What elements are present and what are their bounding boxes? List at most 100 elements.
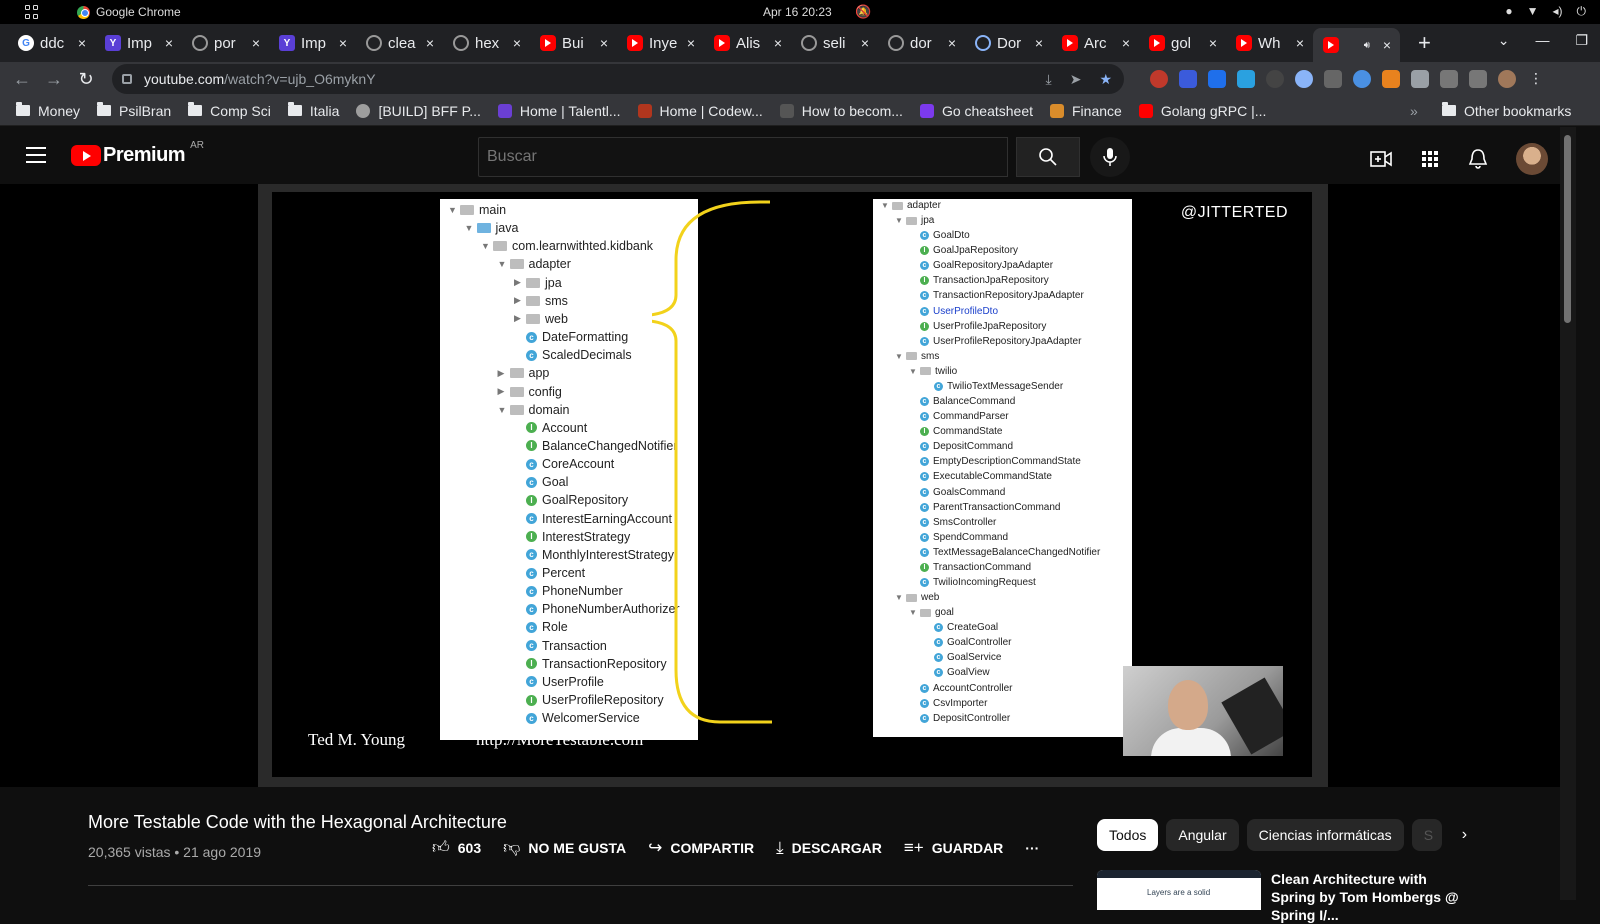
scrollbar-thumb[interactable] bbox=[1564, 135, 1571, 323]
close-tab-icon[interactable]: × bbox=[597, 35, 611, 51]
tab-7[interactable]: Inye × bbox=[617, 28, 704, 58]
back-icon[interactable]: ← bbox=[6, 69, 38, 90]
bookmark-6[interactable]: Home | Codew... bbox=[637, 103, 763, 119]
close-tab-icon[interactable]: × bbox=[423, 35, 437, 51]
close-tab-icon[interactable]: × bbox=[162, 35, 176, 51]
create-video-icon[interactable] bbox=[1370, 150, 1392, 168]
video-player[interactable]: ▼ main ▼ java ▼ com.learnwithted.kidbank ▼ adap… bbox=[0, 184, 1560, 787]
bookmark-9[interactable]: Finance bbox=[1050, 103, 1122, 119]
close-tab-icon[interactable]: × bbox=[249, 35, 263, 51]
tab-12[interactable]: Arc × bbox=[1052, 28, 1139, 58]
tab-3[interactable]: Y Imp × bbox=[269, 28, 356, 58]
tab-10[interactable]: dor × bbox=[878, 28, 965, 58]
sidebar-icon[interactable] bbox=[1469, 70, 1487, 88]
tab-4[interactable]: clea × bbox=[356, 28, 443, 58]
profile-avatar[interactable] bbox=[1498, 70, 1516, 88]
close-tab-icon[interactable]: × bbox=[1032, 35, 1046, 51]
wifi-icon[interactable]: ▼ bbox=[1527, 4, 1539, 19]
youtube-logo[interactable]: Premium AR bbox=[71, 140, 204, 167]
power-icon[interactable]: ⏻ bbox=[1577, 4, 1587, 19]
tab-14[interactable]: Wh × bbox=[1226, 28, 1313, 58]
close-tab-icon[interactable]: × bbox=[1206, 35, 1220, 51]
install-icon[interactable]: ⤓ bbox=[1046, 71, 1052, 88]
url-text[interactable]: youtube.com/watch?v=ujb_O6myknY bbox=[144, 71, 376, 87]
chip-1[interactable]: Angular bbox=[1166, 819, 1239, 851]
reload-icon[interactable]: ↻ bbox=[70, 69, 102, 90]
notifications-icon[interactable] bbox=[1468, 148, 1488, 170]
tab-6[interactable]: Bui × bbox=[530, 28, 617, 58]
search-button[interactable] bbox=[1016, 137, 1080, 177]
close-tab-icon[interactable]: × bbox=[684, 35, 698, 51]
minimize-icon[interactable]: — bbox=[1535, 32, 1549, 49]
tab-8[interactable]: Alis × bbox=[704, 28, 791, 58]
tab-13[interactable]: gol × bbox=[1139, 28, 1226, 58]
maximize-icon[interactable]: ❐ bbox=[1575, 32, 1588, 49]
like-button[interactable]: 👍︎ 603 bbox=[432, 837, 481, 858]
tab-11[interactable]: Dor × bbox=[965, 28, 1052, 58]
active-app[interactable]: Google Chrome bbox=[77, 5, 181, 19]
menu-dots-icon[interactable]: ⋮ bbox=[1527, 70, 1545, 88]
download-button[interactable]: ⤓ DESCARGAR bbox=[776, 838, 882, 858]
save-button[interactable]: ≡+ GUARDAR bbox=[904, 838, 1003, 858]
page-scrollbar[interactable] bbox=[1560, 127, 1576, 900]
recommended-thumbnail[interactable]: Layers are a solid bbox=[1097, 870, 1261, 910]
close-tab-icon[interactable]: × bbox=[1380, 37, 1394, 53]
bookmarks-overflow-icon[interactable]: » bbox=[1410, 103, 1418, 119]
menu-icon[interactable] bbox=[26, 147, 46, 168]
bookmark-10[interactable]: Golang gRPC |... bbox=[1138, 103, 1266, 119]
chip-2[interactable]: Ciencias informáticas bbox=[1246, 819, 1404, 851]
tab-0[interactable]: Gddc × bbox=[8, 28, 95, 58]
recommended-title[interactable]: Clean Architecture with Spring by Tom Ho… bbox=[1271, 870, 1461, 924]
chevron-right-icon[interactable]: › bbox=[1462, 826, 1467, 844]
tab-1[interactable]: Y Imp × bbox=[95, 28, 182, 58]
close-tab-icon[interactable]: × bbox=[771, 35, 785, 51]
recommended-video[interactable]: Layers are a solid Clean Architecture wi… bbox=[1097, 870, 1461, 924]
dislike-button[interactable]: 👎︎ NO ME GUSTA bbox=[503, 837, 626, 858]
system-tray[interactable]: ● ▼ ◂) ⏻ bbox=[1505, 4, 1586, 19]
metamask-icon[interactable] bbox=[1382, 70, 1400, 88]
reading-list-icon[interactable] bbox=[1440, 70, 1458, 88]
apps-icon[interactable] bbox=[1420, 149, 1440, 169]
send-icon[interactable]: ➤ bbox=[1070, 71, 1082, 88]
close-tab-icon[interactable]: × bbox=[336, 35, 350, 51]
cat-icon[interactable] bbox=[1266, 70, 1284, 88]
lock-icon[interactable] bbox=[122, 74, 132, 84]
volume-icon[interactable]: ◂) bbox=[1552, 4, 1562, 19]
bookmark-4[interactable]: [BUILD] BFF P... bbox=[356, 103, 481, 119]
bookmark-5[interactable]: Home | Talentl... bbox=[497, 103, 621, 119]
new-tab-icon[interactable]: + bbox=[1418, 30, 1431, 56]
chip-3[interactable]: S bbox=[1411, 819, 1442, 851]
app-grid-icon[interactable] bbox=[25, 5, 39, 19]
voice-search-button[interactable] bbox=[1090, 137, 1130, 177]
bookmark-7[interactable]: How to becom... bbox=[779, 103, 903, 119]
compass-icon[interactable] bbox=[1353, 70, 1371, 88]
close-tab-icon[interactable]: × bbox=[1119, 35, 1133, 51]
circle-icon[interactable] bbox=[1295, 70, 1313, 88]
address-bar[interactable]: youtube.com/watch?v=ujb_O6myknY ⤓ ➤ ★ bbox=[112, 64, 1124, 94]
tab-9[interactable]: seli × bbox=[791, 28, 878, 58]
bookmark-star-icon[interactable]: ★ bbox=[1099, 71, 1112, 88]
close-tab-icon[interactable]: × bbox=[858, 35, 872, 51]
audio-playing-icon[interactable]: 🔊︎ bbox=[1364, 40, 1370, 51]
close-tab-icon[interactable]: × bbox=[510, 35, 524, 51]
puzzle-icon[interactable] bbox=[1411, 70, 1429, 88]
record-icon[interactable]: ● bbox=[1505, 4, 1512, 19]
tab-5[interactable]: hex × bbox=[443, 28, 530, 58]
bitwarden-icon[interactable] bbox=[1179, 70, 1197, 88]
share-button[interactable]: ↪ COMPARTIR bbox=[648, 838, 754, 858]
grid-icon[interactable] bbox=[1324, 70, 1342, 88]
clock[interactable]: Apr 16 20:23 bbox=[763, 5, 832, 19]
close-tab-icon[interactable]: × bbox=[1293, 35, 1307, 51]
video-frame[interactable]: ▼ main ▼ java ▼ com.learnwithted.kidbank ▼ adap… bbox=[258, 184, 1328, 787]
close-tab-icon[interactable]: × bbox=[945, 35, 959, 51]
stylus-icon[interactable] bbox=[1237, 70, 1255, 88]
tab-2[interactable]: por × bbox=[182, 28, 269, 58]
bookmark-3[interactable]: Italia bbox=[287, 102, 339, 119]
chip-0[interactable]: Todos bbox=[1097, 819, 1159, 851]
search-input[interactable] bbox=[478, 137, 1008, 177]
close-tab-icon[interactable]: × bbox=[75, 35, 89, 51]
more-actions-button[interactable]: ··· bbox=[1025, 840, 1039, 856]
forward-icon[interactable]: → bbox=[38, 69, 70, 90]
tab-search-icon[interactable]: ⌄ bbox=[1498, 32, 1510, 49]
layers-icon[interactable] bbox=[1208, 70, 1226, 88]
